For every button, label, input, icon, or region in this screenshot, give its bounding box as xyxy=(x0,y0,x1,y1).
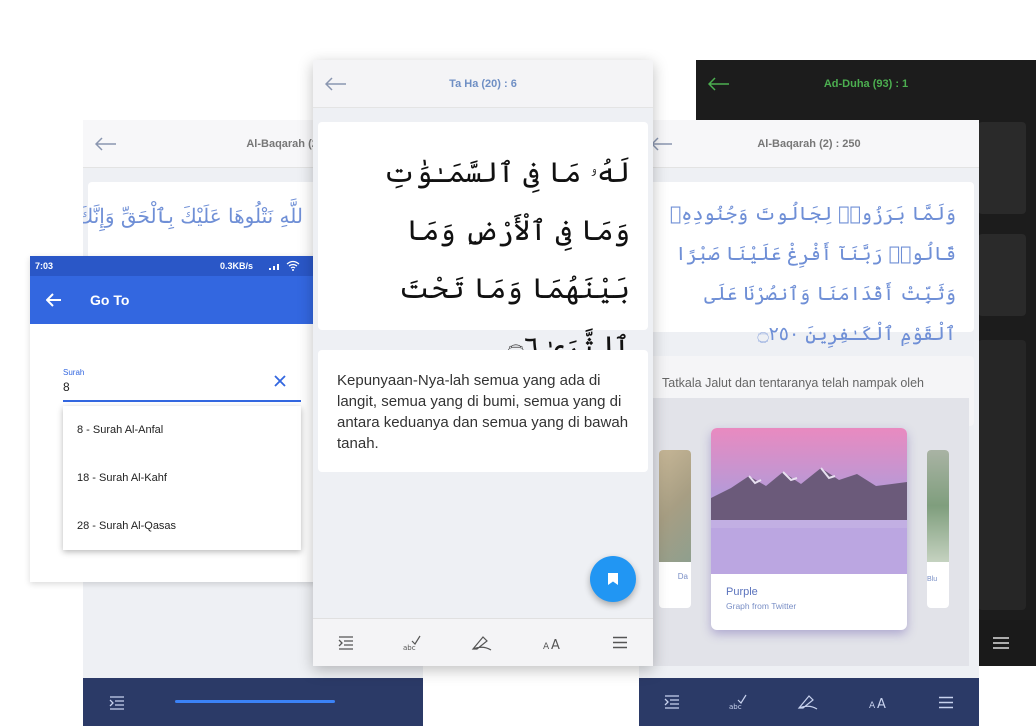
list-item-label: 8 - Surah Al-Anfal xyxy=(77,424,164,436)
spellcheck-icon[interactable]: abc xyxy=(403,635,421,651)
menu-icon[interactable] xyxy=(938,696,954,709)
back-arrow-icon[interactable] xyxy=(708,77,730,91)
bookmark-icon xyxy=(608,573,618,585)
wallpaper-peek-right-label: Blu xyxy=(927,576,938,583)
list-item[interactable]: 28 - Surah Al-Qasas xyxy=(63,502,301,550)
progress-bar xyxy=(175,700,335,703)
center-header: Ta Ha (20) : 6 xyxy=(313,60,653,108)
center-bottom-bar: abc AA xyxy=(313,618,653,666)
back-arrow-icon[interactable] xyxy=(95,136,117,151)
bookmark-fab[interactable] xyxy=(590,556,636,602)
list-item-label: 28 - Surah Al-Qasas xyxy=(77,520,177,532)
back-arrow-icon[interactable] xyxy=(46,293,62,307)
left-bottom-bar xyxy=(83,678,423,726)
dark-bottom-bar xyxy=(978,620,1036,666)
svg-text:A: A xyxy=(551,638,560,650)
back-arrow-icon[interactable] xyxy=(651,136,673,151)
surah-field[interactable]: Surah 8 xyxy=(63,366,301,402)
dark-header: Ad-Duha (93) : 1 xyxy=(696,60,1036,108)
menu-icon[interactable] xyxy=(992,636,1010,650)
list-icon[interactable] xyxy=(338,635,354,650)
list-icon[interactable] xyxy=(109,696,125,710)
svg-text:abc: abc xyxy=(403,644,416,651)
spellcheck-icon[interactable]: abc xyxy=(729,694,747,710)
surah-field-label: Surah xyxy=(63,368,85,377)
right-translation-peek: Tatkala Jalut dan tentaranya telah nampa… xyxy=(662,376,924,390)
svg-text:abc: abc xyxy=(729,703,742,710)
right-title: Al-Baqarah (2) : 250 xyxy=(757,137,861,150)
purple-mountain-image xyxy=(711,428,907,574)
goto-title: Go To xyxy=(90,292,130,308)
status-bar: 7:03 0.3KB/s xyxy=(30,256,322,276)
wallpaper-title: Purple xyxy=(726,586,758,598)
dark-card-1 xyxy=(978,122,1026,214)
status-network: 0.3KB/s xyxy=(220,261,254,271)
wallpaper-subtitle: Graph from Twitter xyxy=(726,601,797,611)
wallpaper-peek-left[interactable]: Da xyxy=(659,450,691,608)
surah-suggestion-list: 8 - Surah Al-Anfal 18 - Surah Al-Kahf 28… xyxy=(63,406,301,550)
draw-icon[interactable] xyxy=(471,635,493,651)
wallpaper-card-purple[interactable]: Purple Graph from Twitter xyxy=(711,428,907,630)
goto-screen: 7:03 0.3KB/s Go To Surah 8 8 - Surah Al-… xyxy=(30,256,322,582)
right-arabic: وَلَمَّا بَرَزُوا۟ لِجَالُوتَ وَجُنُودِه… xyxy=(669,203,956,345)
clear-icon[interactable] xyxy=(273,374,287,388)
dark-card-3 xyxy=(978,340,1026,610)
status-time: 7:03 xyxy=(35,261,54,271)
wifi-icon xyxy=(286,260,300,271)
list-item[interactable]: 18 - Surah Al-Kahf xyxy=(63,454,301,502)
center-title: Ta Ha (20) : 6 xyxy=(449,77,517,90)
left-arabic: للَّهِ نَتْلُوهَا عَلَيْكَ بِٱلْحَقِّ وَ… xyxy=(83,204,303,228)
surah-field-value: 8 xyxy=(63,380,70,394)
right-bottom-bar: abc AA xyxy=(639,678,979,726)
dark-card-2 xyxy=(978,234,1026,316)
menu-icon[interactable] xyxy=(612,636,628,649)
list-item[interactable]: 8 - Surah Al-Anfal xyxy=(63,406,301,454)
center-translation-card: Kepunyaan-Nya-lah semua yang ada di lang… xyxy=(318,350,648,472)
right-verse-card: وَلَمَّا بَرَزُوا۟ لِجَالُوتَ وَجُنُودِه… xyxy=(644,182,974,345)
right-screen: Al-Baqarah (2) : 250 وَلَمَّا بَرَزُوا۟ … xyxy=(639,120,979,726)
center-arabic: لَهُۥ مَا فِى ٱلسَّمَـٰوَٰتِ وَمَا فِى ٱ… xyxy=(383,156,630,363)
wallpaper-peek-right[interactable]: Blu xyxy=(927,450,949,608)
signal-icon xyxy=(269,264,279,270)
wallpaper-overlay: Da Purple Graph from Twitter Blu xyxy=(639,398,969,666)
center-verse-card: لَهُۥ مَا فِى ٱلسَّمَـٰوَٰتِ وَمَا فِى ٱ… xyxy=(318,122,648,363)
svg-text:A: A xyxy=(877,697,886,709)
draw-icon[interactable] xyxy=(797,694,819,710)
right-header: Al-Baqarah (2) : 250 xyxy=(639,120,979,168)
center-screen: Ta Ha (20) : 6 لَهُۥ مَا فِى ٱلسَّمَـٰوَ… xyxy=(313,60,653,666)
list-icon[interactable] xyxy=(664,695,680,709)
svg-text:A: A xyxy=(869,701,876,709)
dark-title: Ad-Duha (93) : 1 xyxy=(823,78,909,90)
list-item-label: 18 - Surah Al-Kahf xyxy=(77,472,167,484)
svg-text:A: A xyxy=(543,642,550,650)
center-translation: Kepunyaan-Nya-lah semua yang ada di lang… xyxy=(337,372,629,452)
back-arrow-icon[interactable] xyxy=(325,76,347,91)
text-size-icon[interactable]: AA xyxy=(543,636,563,650)
wallpaper-peek-left-label: Da xyxy=(677,572,688,581)
goto-appbar: Go To xyxy=(30,276,322,324)
text-size-icon[interactable]: AA xyxy=(869,695,889,709)
